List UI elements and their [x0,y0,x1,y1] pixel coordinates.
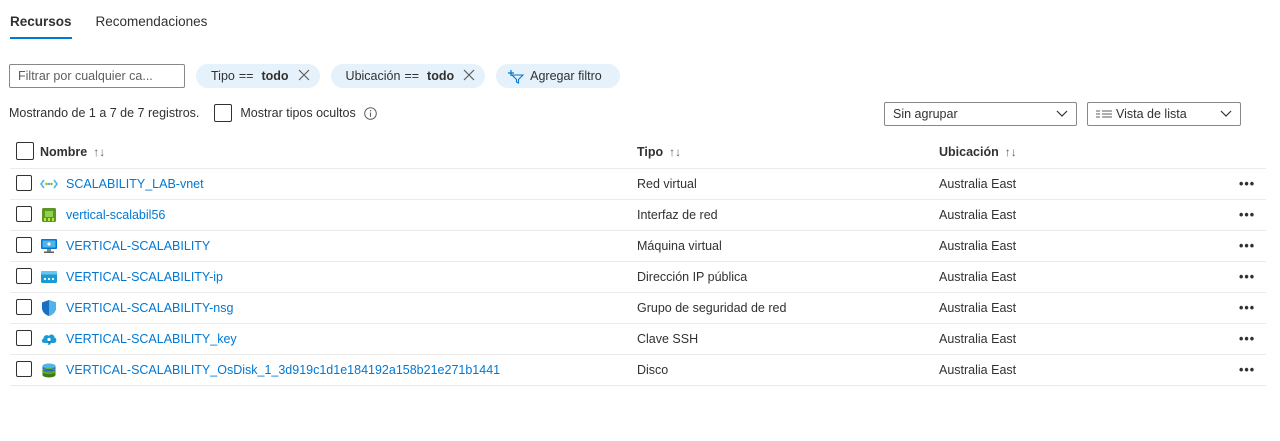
resource-type: Dirección IP pública [637,269,748,284]
resource-name-link[interactable]: SCALABILITY_LAB-vnet [66,177,204,191]
table-row: VERTICAL-SCALABILITY_OsDisk_1_3d919c1d1e… [10,354,1266,385]
filter-pill-tipo[interactable]: Tipo == todo [196,64,320,88]
virtual-network-icon [40,175,58,193]
more-actions-button[interactable]: ••• [1239,354,1266,385]
filter-pill-ubicacion[interactable]: Ubicación == todo [330,64,486,88]
filter-pill-value: todo [261,69,289,83]
table-row: SCALABILITY_LAB-vnet Red virtual Austral… [10,168,1266,199]
resource-name-link[interactable]: vertical-scalabil56 [66,208,165,222]
list-view-icon [1096,109,1112,119]
resource-name-link[interactable]: VERTICAL-SCALABILITY-ip [66,270,223,284]
resource-location: Australia East [939,238,1017,253]
tab-recursos[interactable]: Recursos [10,13,72,39]
column-header-type[interactable]: Tipo ↑↓ [637,137,939,169]
resource-location: Australia East [939,362,1017,377]
filter-pill-key: Tipo [211,69,235,83]
network-security-group-icon [40,299,58,317]
info-icon[interactable] [363,106,377,120]
column-header-location[interactable]: Ubicación ↑↓ [939,137,1239,169]
filter-pill-value: todo [427,69,455,83]
more-actions-button[interactable]: ••• [1239,230,1266,261]
show-hidden-types-label: Mostrar tipos ocultos [240,106,356,120]
record-count-text: Mostrando de 1 a 7 de 7 registros. [9,106,200,120]
more-actions-button[interactable]: ••• [1239,168,1266,199]
tab-recomendaciones[interactable]: Recomendaciones [96,13,208,39]
group-by-dropdown[interactable]: Sin agrupar [884,102,1077,126]
filter-pill-operator: == [238,69,254,83]
resource-type: Grupo de seguridad de red [637,300,787,315]
filter-search-input[interactable] [9,64,185,88]
row-checkbox[interactable] [16,174,32,191]
filter-pill-operator: == [404,69,420,83]
resource-location: Australia East [939,176,1017,191]
resource-location: Australia East [939,207,1017,222]
close-icon[interactable] [463,69,475,84]
table-row: vertical-scalabil56 Interfaz de red Aust… [10,199,1266,230]
close-icon[interactable] [298,69,310,84]
sort-icon: ↑↓ [1004,145,1017,160]
resource-name-link[interactable]: VERTICAL-SCALABILITY_key [66,332,237,346]
column-label: Ubicación [939,145,999,160]
view-mode-dropdown[interactable]: Vista de lista [1087,102,1241,126]
row-checkbox[interactable] [16,205,32,222]
virtual-machine-icon [40,237,58,255]
resource-name-link[interactable]: VERTICAL-SCALABILITY_OsDisk_1_3d919c1d1e… [66,363,500,377]
public-ip-icon [40,268,58,286]
table-header-row: Nombre ↑↓ Tipo ↑↓ Ubicación ↑↓ [10,137,1266,169]
resource-name-link[interactable]: VERTICAL-SCALABILITY-nsg [66,301,233,315]
select-all-checkbox[interactable] [16,142,34,161]
add-filter-icon [506,68,525,84]
row-checkbox[interactable] [16,329,32,346]
table-row: VERTICAL-SCALABILITY Máquina virtual Aus… [10,230,1266,261]
row-checkbox[interactable] [16,236,32,253]
table-row: VERTICAL-SCALABILITY_key Clave SSH Austr… [10,323,1266,354]
ssh-key-icon [40,330,58,348]
row-checkbox[interactable] [16,360,32,377]
resource-name-link[interactable]: VERTICAL-SCALABILITY [66,239,210,253]
resource-location: Australia East [939,269,1017,284]
show-hidden-types-checkbox[interactable] [214,104,233,122]
add-filter-label: Agregar filtro [530,69,602,83]
table-row: VERTICAL-SCALABILITY-ip Dirección IP púb… [10,261,1266,292]
view-mode-value: Vista de lista [1116,107,1187,121]
disk-icon [40,361,58,379]
resource-type: Disco [637,362,669,377]
resource-type: Red virtual [637,176,697,191]
chevron-down-icon [1220,110,1232,118]
row-checkbox[interactable] [16,267,32,284]
filter-pill-key: Ubicación [345,69,401,83]
add-filter-button[interactable]: Agregar filtro [496,64,620,88]
resource-location: Australia East [939,300,1017,315]
resource-type: Interfaz de red [637,207,718,222]
results-summary: Mostrando de 1 a 7 de 7 registros. Mostr… [9,104,377,122]
resource-location: Australia East [939,331,1017,346]
chevron-down-icon [1056,110,1068,118]
resources-table: Nombre ↑↓ Tipo ↑↓ Ubicación ↑↓ SCALABILITY_… [10,137,1266,386]
tab-bar: Recursos Recomendaciones [10,13,231,39]
sort-icon: ↑↓ [669,145,682,160]
group-by-value: Sin agrupar [893,107,958,121]
row-checkbox[interactable] [16,298,32,315]
more-actions-button[interactable]: ••• [1239,323,1266,354]
column-label: Nombre [40,145,88,160]
filter-bar: Tipo == todo Ubicación == todo Agregar f… [9,64,620,88]
more-actions-button[interactable]: ••• [1239,261,1266,292]
column-header-name[interactable]: Nombre ↑↓ [40,137,637,169]
resource-type: Clave SSH [637,331,699,346]
more-actions-button[interactable]: ••• [1239,199,1266,230]
column-label: Tipo [637,145,664,160]
resource-type: Máquina virtual [637,238,722,253]
more-actions-button[interactable]: ••• [1239,292,1266,323]
sort-icon: ↑↓ [93,145,106,160]
network-interface-icon [40,206,58,224]
table-row: VERTICAL-SCALABILITY-nsg Grupo de seguri… [10,292,1266,323]
